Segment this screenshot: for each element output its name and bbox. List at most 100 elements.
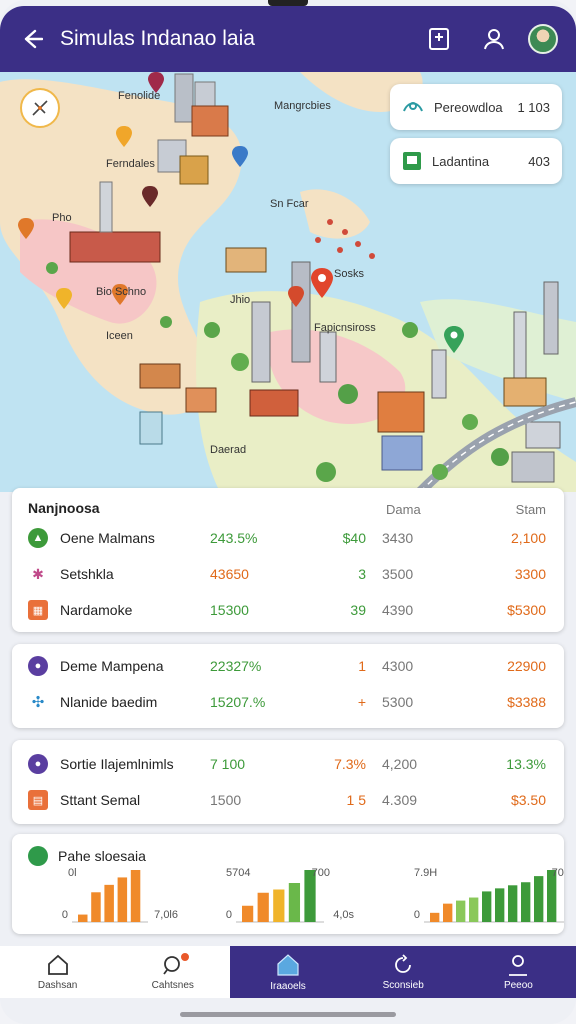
map-label: Ferndales xyxy=(106,158,155,170)
nav-label: Iraaoels xyxy=(270,980,306,992)
notification-badge xyxy=(179,952,190,962)
map-label: Mangrcbies xyxy=(274,100,331,112)
map-label: Daerad xyxy=(210,444,247,456)
row-value: 4,200 xyxy=(382,756,418,772)
chart-tick-label: 700 xyxy=(312,867,330,879)
avatar[interactable] xyxy=(528,24,558,54)
table-row[interactable]: ▦ Nardamoke 15300 39 4390 $5300 xyxy=(12,592,564,628)
chart-bar xyxy=(288,883,301,922)
chart-bar xyxy=(495,888,505,922)
compass-icon[interactable] xyxy=(20,88,60,128)
chart-tick-label: 4,0s xyxy=(333,909,354,921)
page-title: Simulas Indanao laia xyxy=(60,27,255,50)
row-name: Sortie Ilajemlnimls xyxy=(60,756,174,772)
row-value: $3.50 xyxy=(510,792,546,808)
table-row[interactable]: ▲ Oene Malmans 243.5% $40 3430 2,100 xyxy=(12,520,564,556)
chart-bar xyxy=(430,912,440,922)
chart-tick-label: 7,0l6 xyxy=(154,909,178,921)
home-outline-icon xyxy=(47,954,68,975)
info-card-label: Pereowdloa xyxy=(434,99,503,115)
network-icon: ✣ xyxy=(28,692,48,712)
chart-tick-label: 0 xyxy=(226,909,232,921)
chart-bar xyxy=(521,882,531,922)
row-value: $40 xyxy=(342,530,366,546)
home-indicator xyxy=(180,1012,396,1017)
back-arrow-icon[interactable] xyxy=(12,19,52,59)
info-card-bus[interactable]: Ladantina 403 xyxy=(390,138,562,184)
row-value: 22327% xyxy=(210,658,262,674)
travel-icon xyxy=(403,102,423,112)
info-card-travel[interactable]: Pereowdloa 1 103 xyxy=(390,84,562,130)
chart-bar xyxy=(273,889,285,922)
row-value: 4300 xyxy=(382,658,414,674)
nav-label: Dashsan xyxy=(37,979,78,991)
chart-tick-label: 700 xyxy=(552,867,564,879)
bus-icon xyxy=(403,152,421,170)
nav-home[interactable]: Iraaoels xyxy=(230,946,346,998)
map-label: Sn Fcar xyxy=(270,198,309,210)
row-name: Nlanide baedim xyxy=(60,694,158,710)
nav-refresh[interactable]: Sconsieb xyxy=(345,946,461,998)
row-name: Nardamoke xyxy=(60,602,133,618)
notch xyxy=(268,0,308,6)
row-value: 2,100 xyxy=(510,530,546,546)
nav-chat[interactable]: Cahtsnes xyxy=(115,946,230,998)
table-row[interactable]: ● Sortie Ilajemlnimls 7 100 7.3% 4,200 1… xyxy=(12,746,564,782)
map-illustration xyxy=(0,72,576,492)
table-row[interactable]: ● Deme Mampena 22327% 1 4300 22900 xyxy=(12,648,564,684)
info-card-label: Ladantina xyxy=(432,153,490,169)
row-value: 7.3% xyxy=(334,756,366,772)
chart-bar xyxy=(534,876,544,922)
row-value: 1 5 xyxy=(346,792,366,808)
row-value: 43650 xyxy=(210,566,249,582)
row-value: 243.5% xyxy=(210,530,258,546)
app-screen: Simulas Indanao laia Fenolide Mangrcbies… xyxy=(0,0,576,1024)
building-icon: ▦ xyxy=(28,600,48,620)
row-value: $3388 xyxy=(507,694,546,710)
info-card-value: 1 103 xyxy=(517,99,550,115)
user-icon[interactable] xyxy=(474,19,514,59)
row-name: Deme Mampena xyxy=(60,658,164,674)
home-icon xyxy=(277,953,299,976)
user-group-icon: ● xyxy=(28,656,48,676)
nav-dashboard[interactable]: Dashsan xyxy=(0,946,115,998)
row-value: 13.3% xyxy=(506,756,546,772)
bottom-nav: Dashsan Cahtsnes Iraaoels Sconsieb Peeoo xyxy=(0,946,576,998)
shop-icon: ▲ xyxy=(28,528,48,548)
map-view[interactable]: Fenolide Mangrcbies Ferndales Sn Fcar Ph… xyxy=(0,72,576,492)
chart-bar xyxy=(469,897,479,922)
chart-bar xyxy=(482,891,492,922)
row-value: + xyxy=(357,694,366,710)
row-value: 15300 xyxy=(210,602,249,618)
row-value: 4.309 xyxy=(382,792,418,808)
stats-panel-3: ● Sortie Ilajemlnimls 7 100 7.3% 4,200 1… xyxy=(12,740,564,824)
chart-bar xyxy=(130,870,141,922)
people-icon: ● xyxy=(28,754,48,774)
chart-bar xyxy=(508,885,518,922)
refresh-icon xyxy=(395,953,412,973)
chart-tick-label: 0 xyxy=(414,909,420,921)
nav-label: Peeoo xyxy=(503,979,533,991)
row-value: $5300 xyxy=(507,602,546,618)
nav-profile[interactable]: Peeoo xyxy=(460,946,576,998)
panel-title: Nanjnoosa xyxy=(28,500,100,516)
chart-tick-label: 7.9H xyxy=(414,867,437,879)
chart-panel: Pahe sloesaia 0l 7,0l6 0 5704 700 4,0s 0 7.9H 70… xyxy=(12,834,564,934)
row-value: 3300 xyxy=(514,566,546,582)
stats-panel-1: Nanjnoosa Dama Stam ▲ Oene Malmans 243.5… xyxy=(12,488,564,632)
panel-header: Nanjnoosa Dama Stam xyxy=(12,488,564,520)
table-row[interactable]: ▤ Sttant Semal 1500 1 5 4.309 $3.50 xyxy=(12,782,564,818)
table-row[interactable]: ✣ Nlanide baedim 15207.% + 5300 $3388 xyxy=(12,684,564,720)
map-label: Iceen xyxy=(106,330,133,342)
row-value: 3500 xyxy=(382,566,414,582)
profile-icon xyxy=(509,954,528,976)
row-value: 5300 xyxy=(382,694,414,710)
chart-tick-label: 0 xyxy=(62,909,68,921)
row-name: Sttant Semal xyxy=(60,792,141,808)
row-value: 1 xyxy=(358,658,366,674)
row-value: 7 100 xyxy=(210,756,246,772)
app-bar: Simulas Indanao laia xyxy=(0,6,576,72)
nav-label: Cahtsnes xyxy=(151,979,194,991)
table-row[interactable]: ✱ Setshkla 43650 3 3500 3300 xyxy=(12,556,564,592)
export-icon[interactable] xyxy=(420,19,460,59)
